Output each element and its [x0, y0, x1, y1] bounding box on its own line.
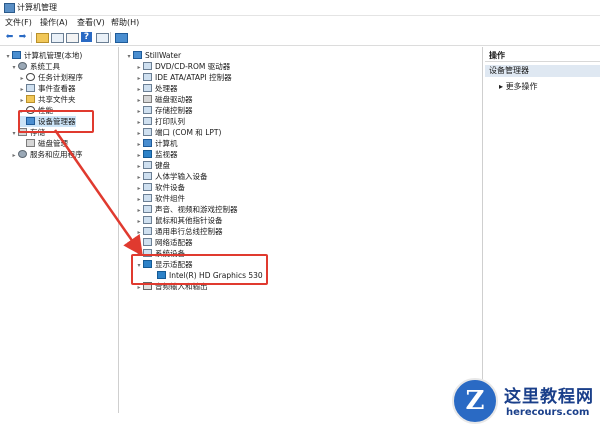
annotation-arrow	[53, 129, 143, 257]
watermark-site-name: 这里教程网	[504, 387, 594, 407]
site-watermark: Z 这里教程网 herecours.com	[444, 376, 600, 429]
site-logo: Z	[452, 378, 498, 424]
watermark-site-url: herecours.com	[506, 407, 590, 418]
